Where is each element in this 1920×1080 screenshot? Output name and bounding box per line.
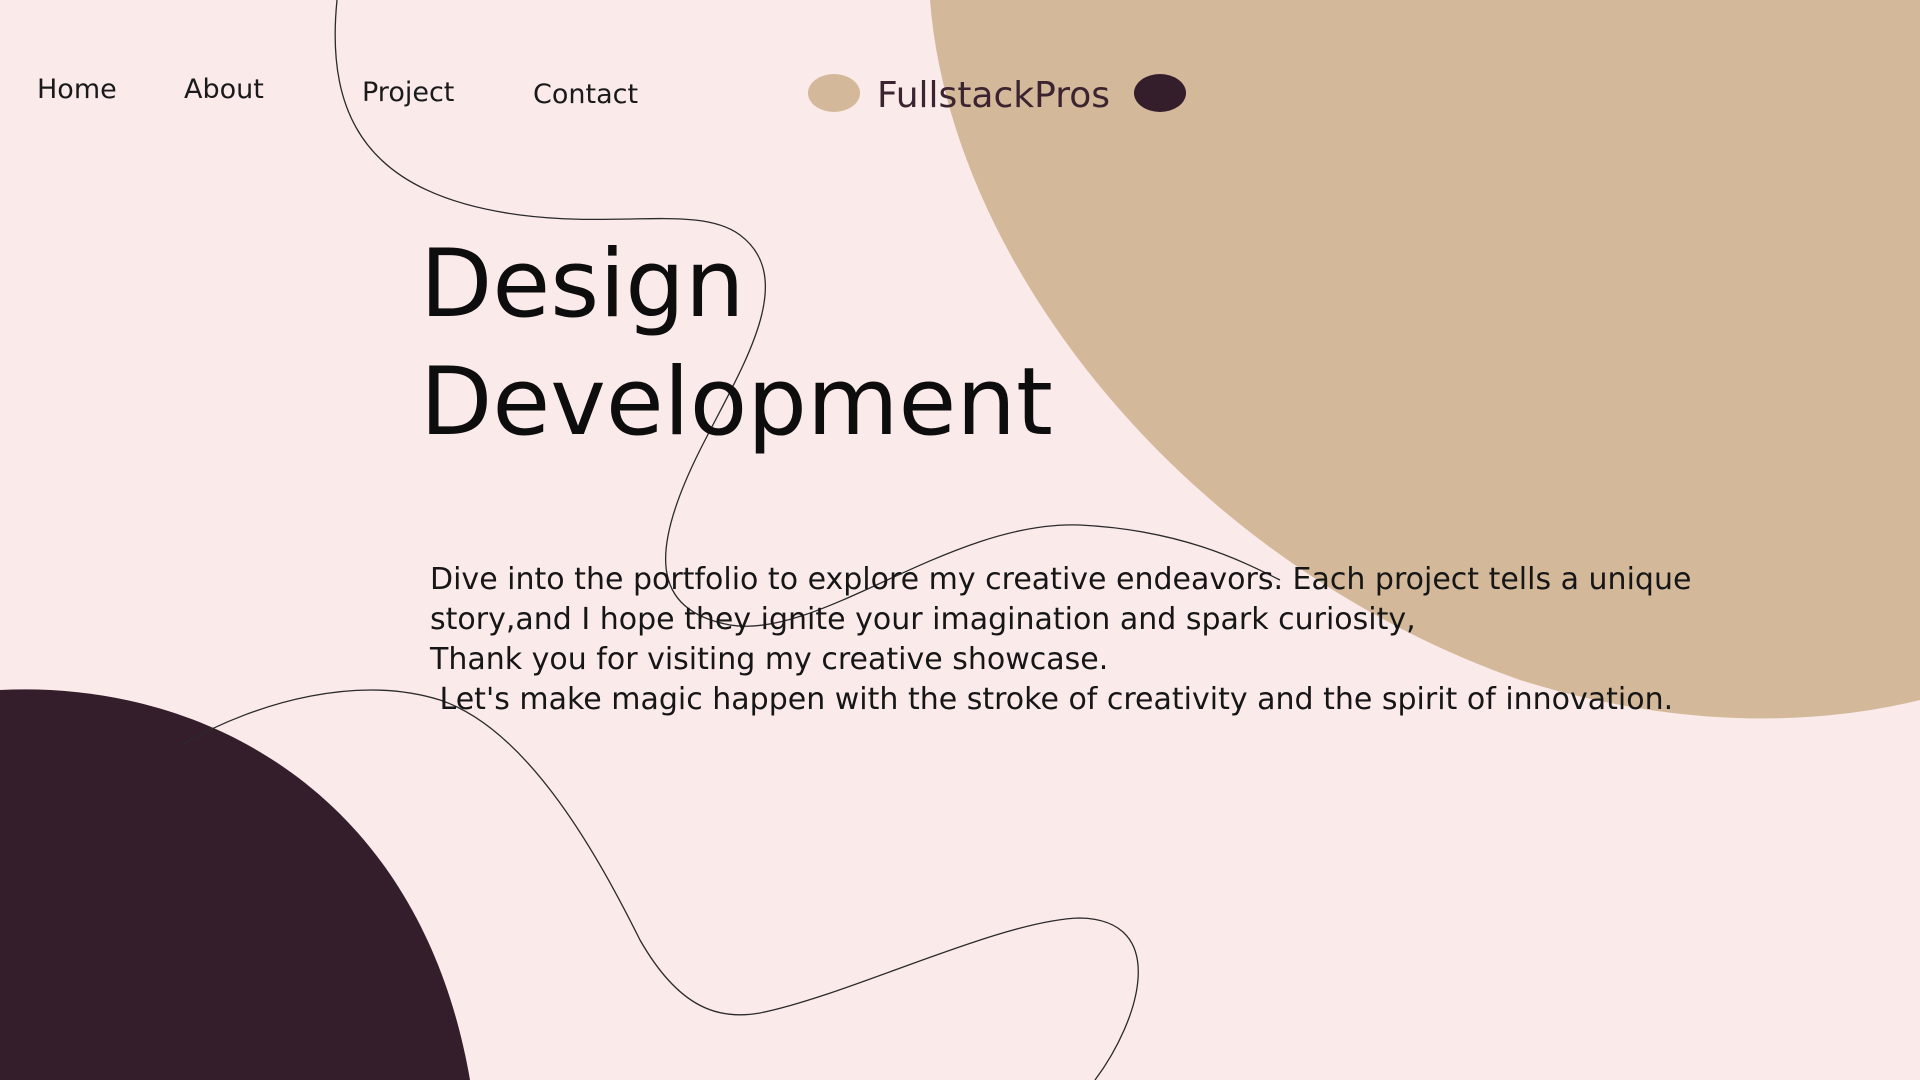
intro-line-2: story,and I hope they ignite your imagin… xyxy=(430,602,1416,637)
brand-name[interactable]: FullstackPros xyxy=(877,78,1110,114)
background-decoration xyxy=(0,0,1920,1080)
intro-line-3: Thank you for visiting my creative showc… xyxy=(430,642,1109,677)
hero-title-line-2: Development xyxy=(420,348,1053,457)
squiggle-line-bottom xyxy=(182,689,1139,1080)
intro-line-4: Let's make magic happen with the stroke … xyxy=(430,682,1674,717)
tan-dot-icon xyxy=(808,74,860,112)
hero-title-line-1: Design xyxy=(420,230,745,339)
intro-line-1: Dive into the portfolio to explore my cr… xyxy=(430,562,1692,597)
nav-about-link[interactable]: About xyxy=(184,76,264,103)
intro-paragraph: Dive into the portfolio to explore my cr… xyxy=(430,560,1710,720)
nav-home-link[interactable]: Home xyxy=(37,76,117,103)
nav-project-link[interactable]: Project xyxy=(362,79,454,106)
plum-blob-shape xyxy=(0,689,470,1080)
hero-title: Design Development xyxy=(420,226,1053,462)
nav-contact-link[interactable]: Contact xyxy=(533,81,638,108)
plum-dot-icon xyxy=(1134,74,1186,112)
